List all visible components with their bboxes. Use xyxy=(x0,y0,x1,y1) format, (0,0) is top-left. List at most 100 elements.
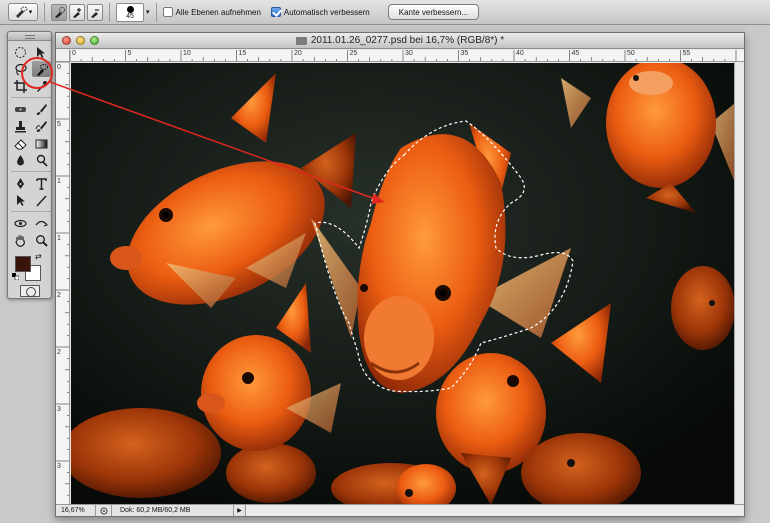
crop-tool[interactable] xyxy=(11,78,30,94)
brush-tip-preview xyxy=(127,5,134,13)
add-to-selection-button[interactable] xyxy=(69,3,85,21)
refine-edge-button[interactable]: Kante verbessern... xyxy=(387,4,480,20)
dodge-tool[interactable] xyxy=(32,152,51,168)
status-bar: 16,67% Dok: 60,2 MB/60,2 MB ▶ xyxy=(56,504,744,516)
document-titlebar[interactable]: 2011.01.26_0277.psd bei 16,7% (RGB/8*) * xyxy=(56,33,744,49)
document-title-text: 2011.01.26_0277.psd bei 16,7% (RGB/8*) * xyxy=(310,35,505,46)
zoom-level-field[interactable]: 16,67% xyxy=(56,505,96,516)
brush-new-icon xyxy=(54,6,65,18)
tool-preset-picker[interactable]: ▾ xyxy=(8,3,38,21)
separator xyxy=(109,2,110,22)
brush-size-picker[interactable]: 45 xyxy=(116,2,144,22)
ruler-left-label: 1 xyxy=(57,235,61,242)
sample-all-layers-label: Alle Ebenen aufnehmen xyxy=(175,7,261,17)
hand-tool[interactable] xyxy=(11,232,30,248)
auto-enhance-option[interactable]: Automatisch verbessern xyxy=(270,7,370,17)
ruler-left-label: 3 xyxy=(57,406,61,413)
sample-all-layers-checkbox[interactable] xyxy=(162,7,173,17)
magnifier-icon xyxy=(36,234,48,247)
tools-panel-titlebar[interactable] xyxy=(8,32,51,41)
eyedropper-icon xyxy=(37,80,47,92)
foreground-color-swatch[interactable] xyxy=(15,256,31,272)
new-selection-button[interactable] xyxy=(51,3,67,21)
line-tool[interactable] xyxy=(32,192,51,208)
vertical-ruler[interactable]: 0 5 1 1 2 2 3 3 xyxy=(56,62,70,505)
window-controls xyxy=(62,36,99,45)
eyedropper-tool[interactable] xyxy=(32,78,51,94)
tool-divider xyxy=(11,211,51,214)
horizontal-scrollbar[interactable] xyxy=(246,505,744,516)
chevron-down-icon: ▾ xyxy=(28,9,33,16)
hand-icon xyxy=(15,235,25,247)
default-colors-icon[interactable] xyxy=(12,273,19,280)
bandage-icon xyxy=(15,106,26,112)
tool-divider xyxy=(11,171,51,174)
ruler-top-label: 25 xyxy=(349,50,358,57)
document-title: 2011.01.26_0277.psd bei 16,7% (RGB/8*) * xyxy=(295,35,505,46)
gradient-tool[interactable] xyxy=(32,135,51,151)
auto-enhance-checkbox[interactable] xyxy=(270,7,281,17)
type-t-icon xyxy=(36,177,47,190)
ruler-top-label: 15 xyxy=(238,50,247,57)
eraser-tool[interactable] xyxy=(11,135,30,151)
path-selection-tool[interactable] xyxy=(11,192,30,208)
path-arrow-icon xyxy=(17,194,25,206)
sample-all-layers-option[interactable]: Alle Ebenen aufnehmen xyxy=(162,7,261,17)
close-button[interactable] xyxy=(62,36,71,45)
move-tool[interactable] xyxy=(32,44,51,60)
marquee-tool[interactable] xyxy=(11,44,30,60)
ruler-top-label: 20 xyxy=(294,50,302,57)
selection-mode-group xyxy=(51,3,103,21)
subtract-from-selection-button[interactable] xyxy=(87,3,103,21)
pen-tool[interactable] xyxy=(11,175,30,191)
status-menu-arrow-icon[interactable]: ▶ xyxy=(234,505,246,516)
chevron-down-icon[interactable]: ▾ xyxy=(146,8,150,16)
document-window: 2011.01.26_0277.psd bei 16,7% (RGB/8*) *… xyxy=(55,32,745,517)
ruler-top-label: 45 xyxy=(571,50,580,57)
minimize-button[interactable] xyxy=(76,36,85,45)
lasso-icon xyxy=(15,63,27,75)
ruler-left-label: 0 xyxy=(57,64,61,71)
brush-tool[interactable] xyxy=(32,101,51,117)
ruler-origin[interactable] xyxy=(56,50,70,62)
pen-icon xyxy=(17,177,24,189)
zoom-tool[interactable] xyxy=(32,232,51,248)
separator xyxy=(155,2,157,22)
3d-rotate-tool[interactable] xyxy=(11,215,30,231)
quick-mask-button[interactable] xyxy=(19,285,40,297)
elliptical-marquee-icon xyxy=(15,46,26,58)
clone-stamp-tool[interactable] xyxy=(11,118,30,134)
ruler-top-label: 40 xyxy=(516,50,524,57)
crop-icon xyxy=(14,79,27,93)
history-brush-icon xyxy=(35,120,47,132)
vertical-scrollbar[interactable] xyxy=(734,62,744,505)
lasso-tool[interactable] xyxy=(11,61,30,77)
status-info-icon[interactable] xyxy=(96,505,112,516)
color-swatches: ⇄ xyxy=(11,252,51,282)
3d-camera-tool[interactable] xyxy=(32,215,51,231)
zoom-button[interactable] xyxy=(90,36,99,45)
auto-enhance-label: Automatisch verbessern xyxy=(283,7,370,17)
history-brush-tool[interactable] xyxy=(32,118,51,134)
ruler-top-label: 30 xyxy=(405,50,413,57)
brush-subtract-icon xyxy=(90,8,99,18)
quick-selection-tool[interactable] xyxy=(32,61,51,77)
ruler-left-label: 1 xyxy=(57,178,61,185)
fish-right-small xyxy=(671,266,735,350)
stamp-icon xyxy=(15,120,26,132)
quick-selection-icon xyxy=(15,6,28,18)
blur-tool[interactable] xyxy=(11,152,30,168)
gradient-icon xyxy=(35,139,48,148)
type-tool[interactable] xyxy=(32,175,51,191)
tool-divider xyxy=(11,97,51,100)
swap-colors-icon[interactable]: ⇄ xyxy=(35,252,42,261)
spot-healing-tool[interactable] xyxy=(11,101,30,117)
ruler-left-label: 2 xyxy=(57,292,61,299)
image-canvas[interactable] xyxy=(71,63,735,505)
ruler-left-label: 2 xyxy=(57,349,61,356)
horizontal-ruler[interactable]: 0 5 10 15 20 25 30 35 40 45 50 55 xyxy=(70,50,744,62)
eraser-icon xyxy=(14,138,27,149)
ruler-top-label: 10 xyxy=(183,50,191,57)
dodge-icon xyxy=(36,154,48,167)
goldfish-photo xyxy=(71,63,735,505)
